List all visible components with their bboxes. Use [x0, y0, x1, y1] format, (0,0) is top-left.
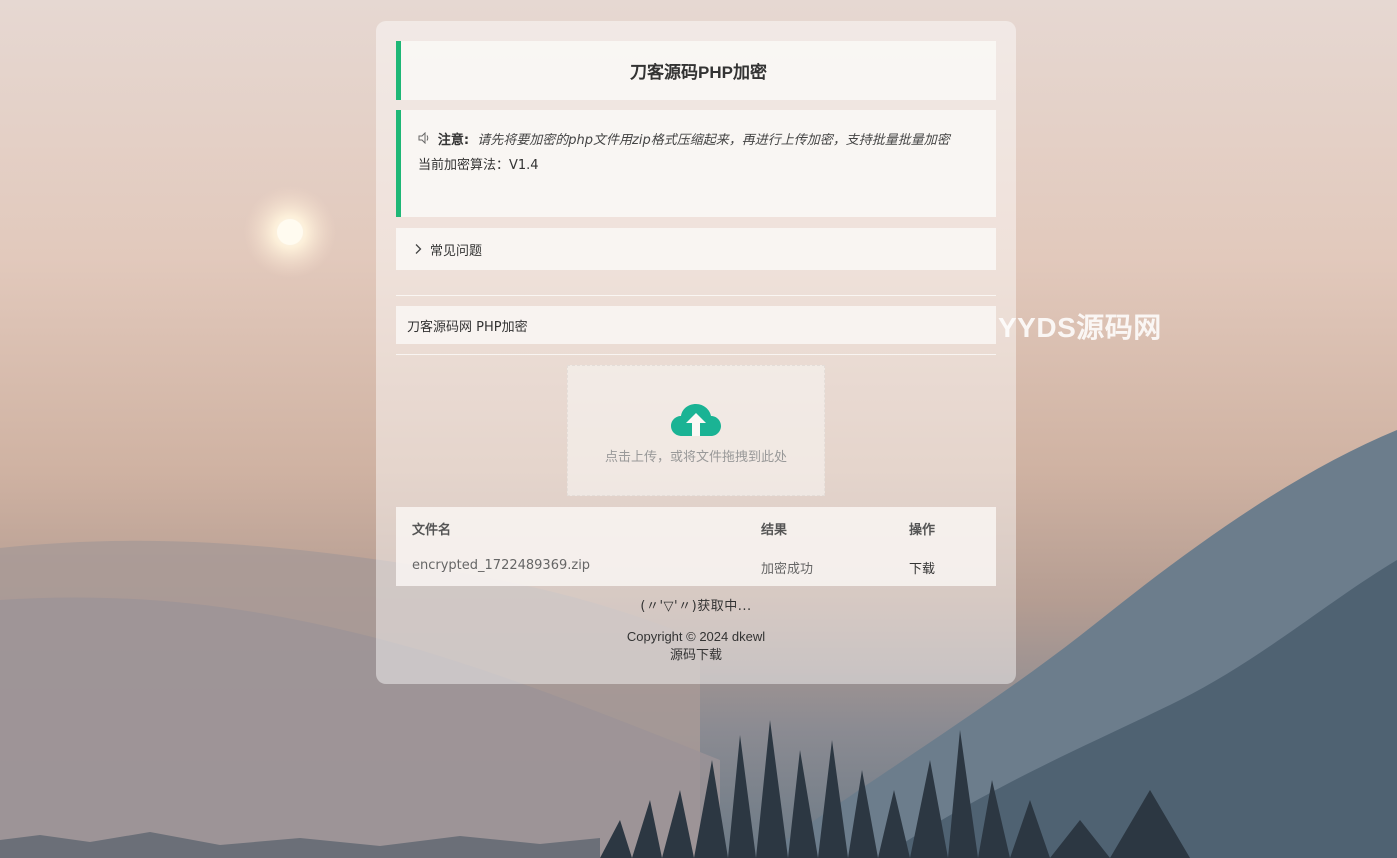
table-header-filename: 文件名: [412, 523, 452, 538]
notice-message: 请先将要加密的php文件用zip格式压缩起来，再进行上传加密，支持批量批量加密: [477, 133, 950, 148]
speaker-icon: [418, 131, 434, 147]
table-header-action: 操作: [909, 523, 936, 538]
divider: [396, 295, 996, 296]
faq-toggle[interactable]: 常见问题: [396, 228, 996, 270]
cloud-upload-icon: [670, 402, 722, 442]
algorithm-version: 当前加密算法：V1.4: [418, 158, 539, 173]
main-panel: 刀客源码PHP加密 注意: 请先将要加密的php文件用zip格式压缩起来，再进行…: [376, 21, 1016, 684]
chevron-right-icon: [414, 243, 422, 255]
copyright-text: Copyright © 2024 dkewl: [626, 629, 766, 644]
loading-text: (〃'▽'〃)获取中...: [640, 599, 752, 614]
upload-dropzone[interactable]: 点击上传，或将文件拖拽到此处: [567, 365, 825, 496]
upload-hint: 点击上传，或将文件拖拽到此处: [604, 450, 787, 465]
source-download-link[interactable]: 源码下载: [376, 646, 1016, 664]
table-cell-filename: encrypted_1722489369.zip: [412, 558, 591, 573]
results-table: 文件名 结果 操作 encrypted_1722489369.zip 加密成功 …: [396, 507, 996, 586]
footer: Copyright © 2024 dkewl 源码下载: [376, 628, 1016, 664]
download-link[interactable]: 下载: [909, 558, 935, 577]
notice-label: 注意:: [437, 133, 470, 148]
divider: [396, 354, 996, 355]
page-title: 刀客源码PHP加密: [396, 41, 996, 100]
table-cell-result: 加密成功: [761, 562, 814, 577]
site-label: 刀客源码网 PHP加密: [396, 306, 996, 344]
notice-card: 注意: 请先将要加密的php文件用zip格式压缩起来，再进行上传加密，支持批量批…: [396, 110, 996, 217]
watermark-text: YYDS源码网: [998, 312, 1162, 343]
table-header-result: 结果: [761, 523, 788, 538]
faq-label: 常见问题: [430, 243, 483, 259]
